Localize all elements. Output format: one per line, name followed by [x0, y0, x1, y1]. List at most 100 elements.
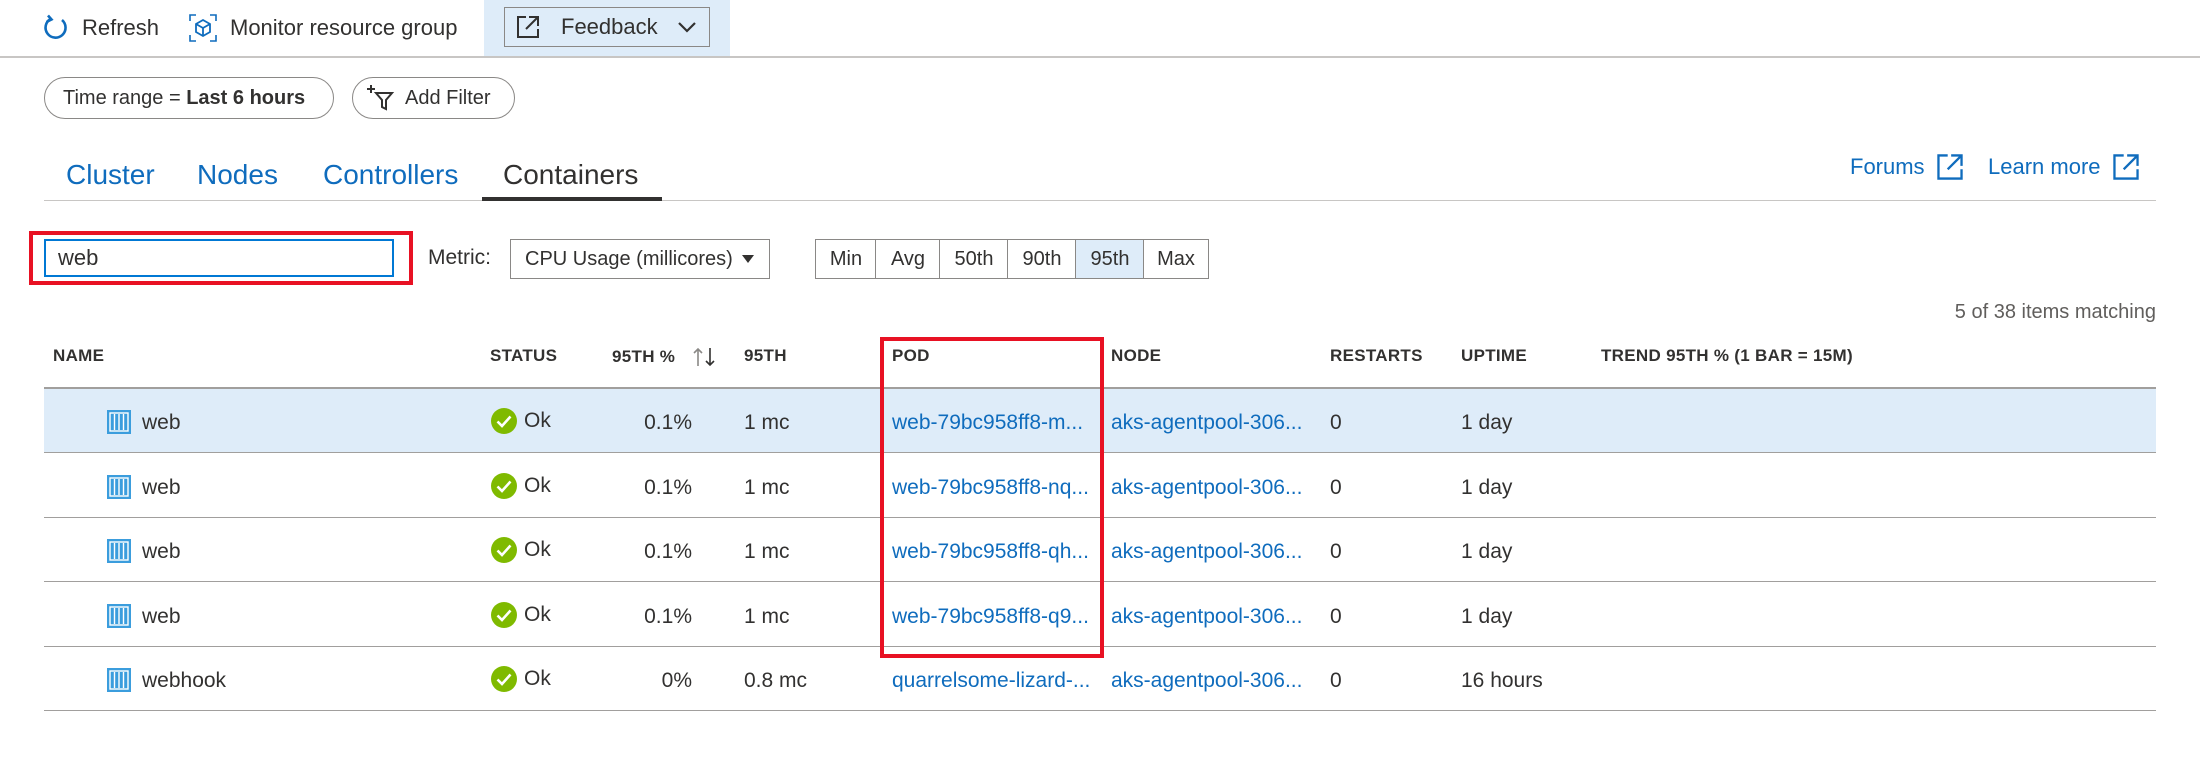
refresh-icon	[44, 14, 67, 39]
value-95th: 1 mc	[744, 411, 790, 434]
forums-link[interactable]: Forums	[1850, 152, 1965, 182]
ok-check-icon	[491, 408, 517, 434]
status-cell: Ok	[490, 601, 551, 629]
value-95th: 0.8 mc	[744, 669, 808, 692]
status-cell: Ok	[490, 536, 551, 564]
uptime-value: 1 day	[1461, 475, 1513, 499]
matching-count: 5 of 38 items matching	[1954, 301, 2156, 323]
metric-selected-value: CPU Usage (millicores)	[525, 247, 733, 270]
container-icon	[106, 474, 132, 505]
uptime-value: 1 day	[1461, 540, 1513, 563]
container-name: web	[142, 604, 181, 628]
add-filter-icon	[367, 85, 395, 111]
status-cell: Ok	[490, 665, 551, 693]
refresh-button[interactable]: Refresh	[42, 0, 159, 56]
percent-95th: 0.1%	[644, 411, 692, 434]
status-cell: Ok	[490, 472, 551, 500]
status-label: Ok	[524, 473, 551, 497]
column-header-uptime[interactable]: UPTIME	[1461, 346, 1527, 366]
caret-down-icon	[742, 255, 754, 263]
agg-95th-button[interactable]: 95th	[1075, 239, 1145, 279]
metric-dropdown[interactable]: CPU Usage (millicores)	[510, 239, 770, 279]
time-range-prefix: Time range =	[63, 86, 187, 109]
learn-more-label: Learn more	[1988, 154, 2101, 179]
pod-link[interactable]: quarrelsome-lizard-...	[892, 669, 1090, 693]
container-name: web	[142, 475, 181, 499]
ok-check-icon	[491, 666, 517, 692]
restarts-value: 0	[1330, 411, 1342, 434]
percent-95th: 0.1%	[644, 540, 692, 563]
node-link[interactable]: aks-agentpool-306...	[1111, 540, 1302, 564]
cube-icon	[189, 14, 217, 42]
column-header-name[interactable]: NAME	[53, 346, 104, 366]
uptime-value: 1 day	[1461, 411, 1513, 434]
ok-check-icon	[491, 537, 517, 563]
column-header-95th-pct[interactable]: 95TH %	[612, 346, 719, 368]
container-name: webhook	[142, 669, 227, 692]
restarts-value: 0	[1330, 604, 1342, 628]
tab-nodes[interactable]: Nodes	[197, 150, 278, 200]
time-range-value: Last 6 hours	[186, 86, 306, 109]
ok-check-icon	[491, 472, 517, 499]
feedback-label: Feedback	[561, 14, 658, 39]
agg-90th-button[interactable]: 90th	[1007, 239, 1077, 279]
percent-95th: 0%	[661, 669, 692, 692]
container-name: web	[142, 540, 181, 563]
node-link[interactable]: aks-agentpool-306...	[1111, 411, 1302, 435]
restarts-value: 0	[1330, 540, 1342, 563]
column-header-95th[interactable]: 95TH	[744, 346, 787, 366]
value-95th: 1 mc	[744, 540, 790, 563]
status-label: Ok	[524, 602, 551, 626]
pod-column-highlight-box	[880, 337, 1104, 658]
container-icon	[106, 603, 132, 634]
tabs-divider	[44, 200, 2156, 201]
chevron-down-icon	[678, 22, 696, 33]
column-header-trend: TREND 95TH % (1 BAR = 15M)	[1601, 346, 1853, 365]
agg-min-button[interactable]: Min	[815, 239, 877, 279]
container-icon	[106, 538, 132, 569]
column-header-restarts[interactable]: RESTARTS	[1330, 346, 1423, 366]
forums-label: Forums	[1850, 154, 1925, 179]
monitor-resource-group-button[interactable]: Monitor resource group	[188, 0, 457, 56]
add-filter-pill[interactable]: Add Filter	[352, 77, 515, 119]
tab-containers[interactable]: Containers	[503, 150, 638, 200]
search-input[interactable]	[44, 239, 394, 277]
percent-95th: 0.1%	[644, 475, 692, 499]
value-95th: 1 mc	[744, 475, 790, 499]
uptime-value: 16 hours	[1461, 669, 1543, 692]
external-link-icon	[1936, 154, 1963, 180]
column-header-node[interactable]: NODE	[1111, 346, 1161, 366]
agg-max-button[interactable]: Max	[1143, 239, 1209, 279]
column-header-status[interactable]: STATUS	[490, 346, 557, 366]
active-tab-indicator	[482, 197, 662, 201]
restarts-value: 0	[1330, 475, 1342, 499]
container-name: web	[142, 411, 181, 434]
add-filter-label: Add Filter	[405, 86, 491, 109]
feedback-dropdown[interactable]: Feedback	[504, 7, 710, 47]
learn-more-link[interactable]: Learn more	[1988, 152, 2141, 182]
tab-controllers[interactable]: Controllers	[323, 150, 458, 200]
restarts-value: 0	[1330, 669, 1342, 692]
node-link[interactable]: aks-agentpool-306...	[1111, 669, 1302, 693]
external-link-icon	[517, 16, 539, 38]
status-label: Ok	[524, 667, 551, 690]
column-header-95th-pct-label: 95TH %	[612, 347, 676, 366]
value-95th: 1 mc	[744, 604, 790, 628]
container-icon	[106, 409, 132, 440]
agg-avg-button[interactable]: Avg	[875, 239, 941, 279]
status-label: Ok	[524, 409, 551, 432]
external-link-icon	[2112, 154, 2139, 180]
tab-cluster[interactable]: Cluster	[66, 150, 155, 200]
uptime-value: 1 day	[1461, 604, 1513, 628]
monitor-label: Monitor resource group	[230, 15, 458, 40]
container-icon	[106, 667, 132, 698]
time-range-pill[interactable]: Time range = Last 6 hours	[44, 77, 334, 119]
refresh-label: Refresh	[82, 15, 160, 40]
ok-check-icon	[491, 601, 517, 628]
node-link[interactable]: aks-agentpool-306...	[1111, 476, 1302, 500]
node-link[interactable]: aks-agentpool-306...	[1111, 605, 1302, 629]
percent-95th: 0.1%	[644, 604, 692, 628]
metric-label: Metric:	[428, 246, 491, 269]
sort-icon	[693, 347, 715, 367]
agg-50th-button[interactable]: 50th	[939, 239, 1009, 279]
